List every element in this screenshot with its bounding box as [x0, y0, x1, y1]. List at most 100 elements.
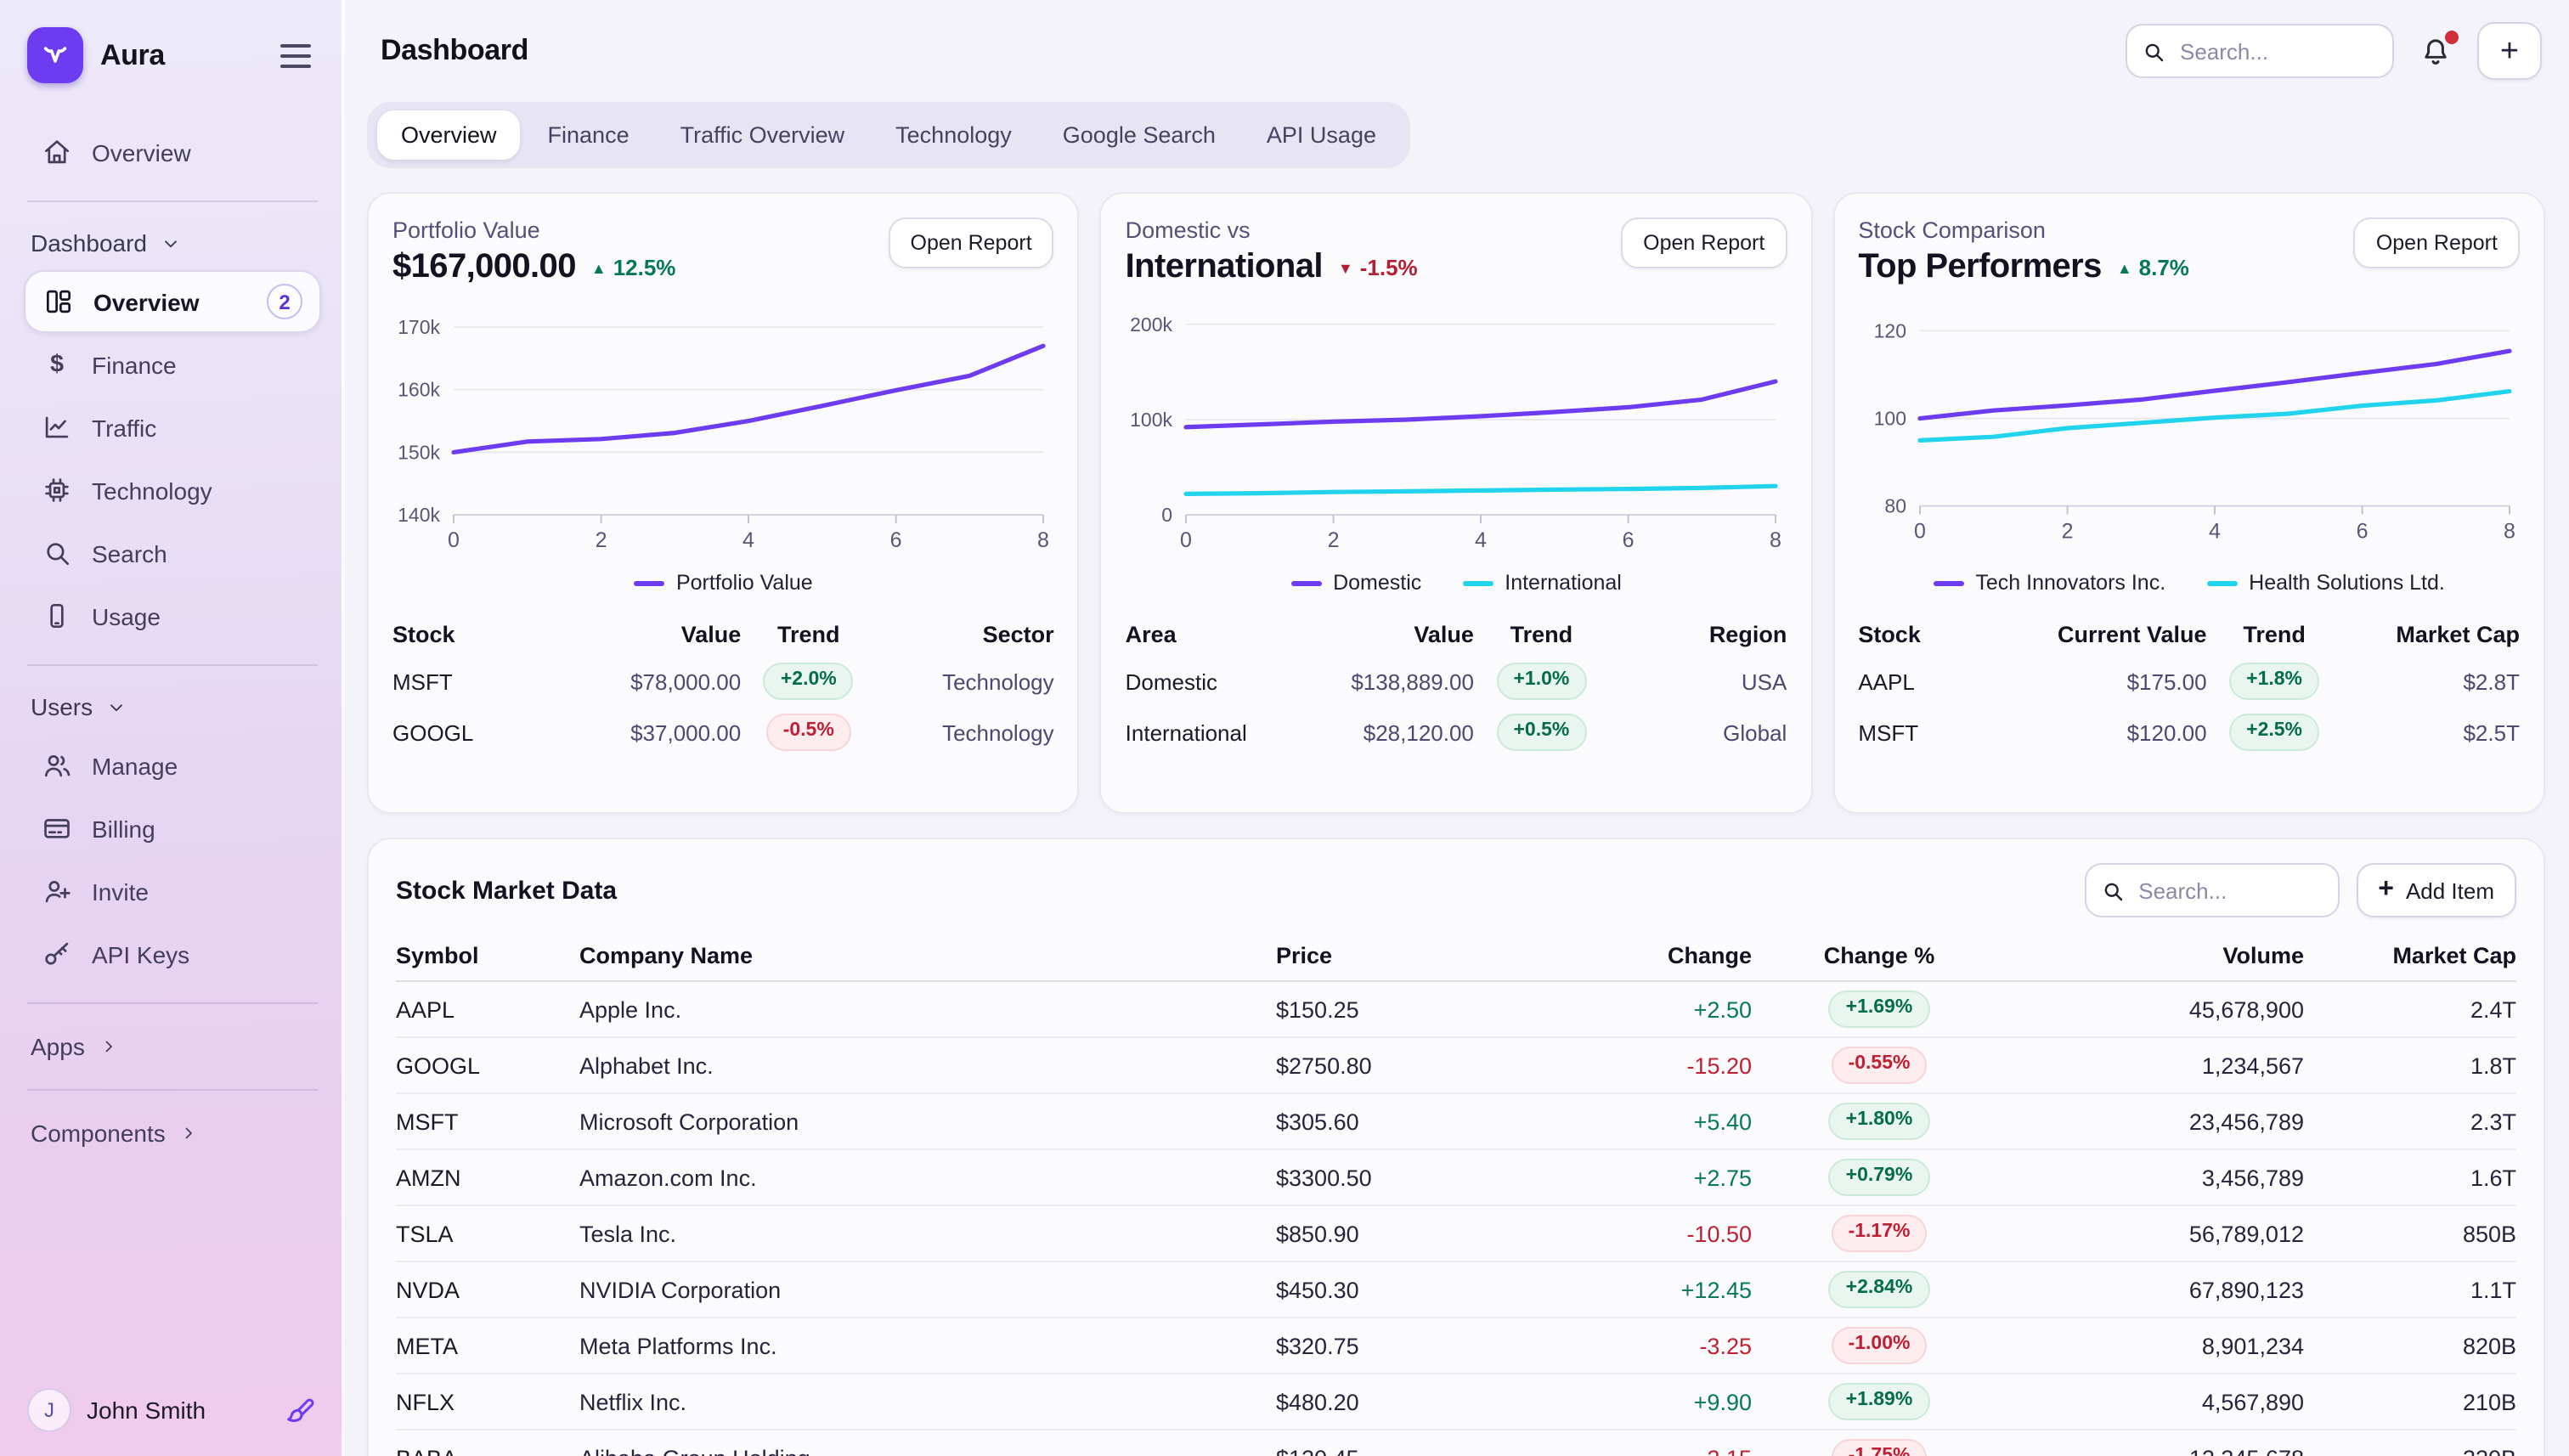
card-table-header: Sector [876, 612, 1053, 656]
sidebar-nav: Overview Dashboard Overview 2 $FinanceTraffi… [24, 121, 321, 1378]
market-cell: GOOGL [396, 1038, 579, 1094]
market-column-header: Market Cap [2304, 931, 2516, 982]
market-cell: Alibaba Group Holding [579, 1431, 1276, 1456]
legend-swatch [634, 580, 664, 585]
market-cell: $850.90 [1276, 1206, 1531, 1262]
card-table-cell: International [1126, 707, 1261, 758]
legend-label: Domestic [1333, 571, 1421, 595]
summary-card-stock-comparison: Stock ComparisonTop Performers▲8.7%Open … [1832, 192, 2545, 814]
tab-overview[interactable]: Overview [377, 110, 521, 160]
sidebar-item-traffic[interactable]: Traffic [24, 396, 321, 459]
delta-up-icon: ▲ [591, 259, 607, 276]
page-title: Dashboard [381, 34, 528, 68]
card-value: International [1126, 248, 1323, 287]
tab-api-usage[interactable]: API Usage [1243, 110, 1400, 160]
tab-google-search[interactable]: Google Search [1039, 110, 1239, 160]
market-cell: -1.75% [1752, 1431, 2007, 1456]
sidebar-item-technology[interactable]: Technology [24, 459, 321, 522]
chart-legend: Domestic International [1126, 571, 1787, 595]
search-icon [2141, 38, 2166, 64]
sidebar-item-finance[interactable]: $Finance [24, 333, 321, 396]
market-cell: AMZN [396, 1150, 579, 1206]
sidebar-item-label: Finance [92, 351, 304, 378]
sidebar-link-apps[interactable]: Apps [24, 1021, 321, 1072]
market-cell: +2.84% [1752, 1262, 2007, 1318]
add-item-button[interactable]: + Add Item [2356, 863, 2516, 917]
market-cell: $320.75 [1276, 1318, 1531, 1374]
sidebar-link-components[interactable]: Components [24, 1108, 321, 1159]
sidebar-item-label: Overview [93, 288, 248, 315]
svg-text:170k: 170k [398, 316, 440, 338]
market-cell: 2.4T [2304, 982, 2516, 1038]
market-cell: Meta Platforms Inc. [579, 1318, 1276, 1374]
create-new-button[interactable]: + [2477, 22, 2542, 80]
sidebar-collapse-button[interactable] [274, 37, 318, 74]
card-table-header: Trend [2207, 612, 2342, 656]
change-pct-pill: -0.55% [1832, 1047, 1928, 1084]
trend-pill: -0.5% [766, 714, 851, 751]
card-chart: 0100k200k02468 [1126, 301, 1787, 567]
legend-item: International [1462, 571, 1622, 595]
section-label-dashboard[interactable]: Dashboard [24, 219, 321, 270]
brand-row: Aura [24, 24, 321, 93]
open-report-button[interactable]: Open Report [889, 217, 1054, 268]
delta-value: -1.5% [1360, 255, 1418, 280]
divider [27, 1089, 318, 1091]
card-table-header: Area [1126, 612, 1261, 656]
card-value: $167,000.00 [392, 248, 576, 287]
sidebar-item-invite[interactable]: Invite [24, 860, 321, 923]
sidebar-item-manage[interactable]: Manage [24, 734, 321, 797]
legend-swatch [1462, 580, 1493, 585]
user-profile[interactable]: J John Smith [24, 1378, 321, 1432]
card-table-cell: $175.00 [1993, 656, 2206, 707]
market-cell: MSFT [396, 1094, 579, 1150]
card-table-cell: $2.8T [2342, 656, 2520, 707]
market-column-header: Change [1531, 931, 1752, 982]
theme-brush-icon[interactable] [284, 1393, 318, 1427]
card-value: Top Performers [1858, 248, 2102, 287]
svg-text:4: 4 [1476, 528, 1488, 552]
sidebar-item-billing[interactable]: Billing [24, 797, 321, 860]
item-badge: 2 [267, 284, 302, 319]
sidebar-item-overview[interactable]: Overview 2 [24, 270, 321, 333]
card-value-row: International ▼-1.5% [1126, 248, 1418, 287]
sidebar-item-usage[interactable]: Usage [24, 584, 321, 647]
market-cell: -2.15 [1531, 1431, 1752, 1456]
plus-icon: + [2378, 875, 2394, 906]
card-table-cell: $28,120.00 [1261, 707, 1474, 758]
svg-text:2: 2 [596, 528, 607, 552]
card-table-header: Value [528, 612, 741, 656]
card-table-cell: $120.00 [1993, 707, 2206, 758]
svg-text:4: 4 [742, 528, 754, 552]
avatar: J [27, 1388, 71, 1432]
section-label-users[interactable]: Users [24, 683, 321, 734]
divider [27, 1002, 318, 1004]
add-item-label: Add Item [2406, 878, 2494, 903]
market-cell: -0.55% [1752, 1038, 2007, 1094]
sidebar-item-search[interactable]: Search [24, 522, 321, 584]
market-cell: +1.80% [1752, 1094, 2007, 1150]
change-pct-pill: +1.89% [1829, 1383, 1930, 1420]
open-report-button[interactable]: Open Report [1621, 217, 1787, 268]
card-table-cell: +1.8% [2207, 656, 2342, 707]
card-table-header: Trend [1474, 612, 1609, 656]
sidebar-item-api-keys[interactable]: API Keys [24, 923, 321, 985]
tab-finance[interactable]: Finance [524, 110, 653, 160]
open-report-button[interactable]: Open Report [2354, 217, 2520, 268]
svg-text:6: 6 [2356, 520, 2368, 544]
search-icon [2099, 878, 2125, 903]
chevron-down-icon [104, 696, 127, 718]
market-cell: -10.50 [1531, 1206, 1752, 1262]
sidebar-item-overview[interactable]: Overview [24, 121, 321, 183]
legend-label: Tech Innovators Inc. [1975, 571, 2165, 595]
market-cell: $120.45 [1276, 1431, 1531, 1456]
sidebar: Aura OverviewDashboardOverview2$FinanceT… [0, 0, 345, 1456]
notifications-button[interactable] [2414, 30, 2457, 72]
legend-item: Tech Innovators Inc. [1933, 571, 2165, 595]
tab-technology[interactable]: Technology [872, 110, 1036, 160]
tab-traffic-overview[interactable]: Traffic Overview [657, 110, 869, 160]
card-delta: ▼-1.5% [1338, 255, 1418, 280]
table-search [2084, 863, 2339, 917]
svg-text:2: 2 [1328, 528, 1340, 552]
svg-text:6: 6 [1623, 528, 1635, 552]
